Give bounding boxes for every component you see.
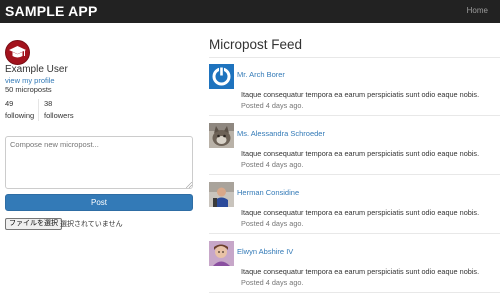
- feed-avatar[interactable]: [209, 64, 234, 89]
- feed-timestamp: Posted 4 days ago.: [241, 219, 304, 228]
- nav-home-link[interactable]: Home: [467, 6, 488, 15]
- following-count: 49: [5, 99, 14, 108]
- person-avatar-icon: [209, 182, 234, 207]
- followers-stat[interactable]: 38 followers: [44, 99, 74, 120]
- feed-item: Herman Considine Itaque consequatur temp…: [209, 176, 500, 234]
- compose-micropost-input[interactable]: [5, 136, 193, 189]
- view-profile-link[interactable]: view my profile: [5, 76, 55, 85]
- feed-content: Itaque consequatur tempora ea earum pers…: [241, 267, 480, 276]
- following-stat[interactable]: 49 following: [5, 99, 39, 121]
- feed-title: Micropost Feed: [209, 37, 303, 52]
- feed-timestamp: Posted 4 days ago.: [241, 101, 304, 110]
- app-brand[interactable]: SAMPLE APP: [5, 3, 98, 19]
- feed-avatar[interactable]: [209, 241, 234, 266]
- following-label: following: [5, 111, 35, 120]
- feed-item: Mr. Arch Borer Itaque consequatur tempor…: [209, 58, 500, 116]
- feed-content: Itaque consequatur tempora ea earum pers…: [241, 208, 480, 217]
- followers-label: followers: [44, 111, 74, 120]
- feed-timestamp: Posted 4 days ago.: [241, 160, 304, 169]
- feed-author-link[interactable]: Herman Considine: [237, 188, 299, 197]
- cat-avatar-icon: [209, 123, 234, 148]
- file-status-text: 選択されていません: [60, 221, 123, 228]
- gravatar-icon: [209, 64, 234, 89]
- feed-content: Itaque consequatur tempora ea earum pers…: [241, 90, 480, 99]
- post-button[interactable]: Post: [5, 194, 193, 211]
- feed-item: Ms. Alessandra Schroeder Itaque consequa…: [209, 117, 500, 175]
- choose-file-button[interactable]: ファイルを選択: [5, 218, 62, 230]
- feed-avatar[interactable]: [209, 123, 234, 148]
- child-avatar-icon: [209, 241, 234, 266]
- user-name: Example User: [5, 64, 68, 75]
- resize-grip-icon[interactable]: [186, 182, 192, 188]
- graduation-cap-icon: [5, 40, 30, 65]
- feed-author-link[interactable]: Mr. Arch Borer: [237, 70, 285, 79]
- user-avatar[interactable]: [5, 40, 30, 65]
- navbar: SAMPLE APP Home: [0, 0, 500, 23]
- feed-timestamp: Posted 4 days ago.: [241, 278, 304, 287]
- feed-author-link[interactable]: Elwyn Abshire IV: [237, 247, 293, 256]
- followers-count: 38: [44, 99, 53, 108]
- feed-content: Itaque consequatur tempora ea earum pers…: [241, 149, 480, 158]
- micropost-count: 50 microposts: [5, 85, 52, 94]
- feed-item: Elwyn Abshire IV Itaque consequatur temp…: [209, 235, 500, 293]
- feed-author-link[interactable]: Ms. Alessandra Schroeder: [237, 129, 325, 138]
- feed-avatar[interactable]: [209, 182, 234, 207]
